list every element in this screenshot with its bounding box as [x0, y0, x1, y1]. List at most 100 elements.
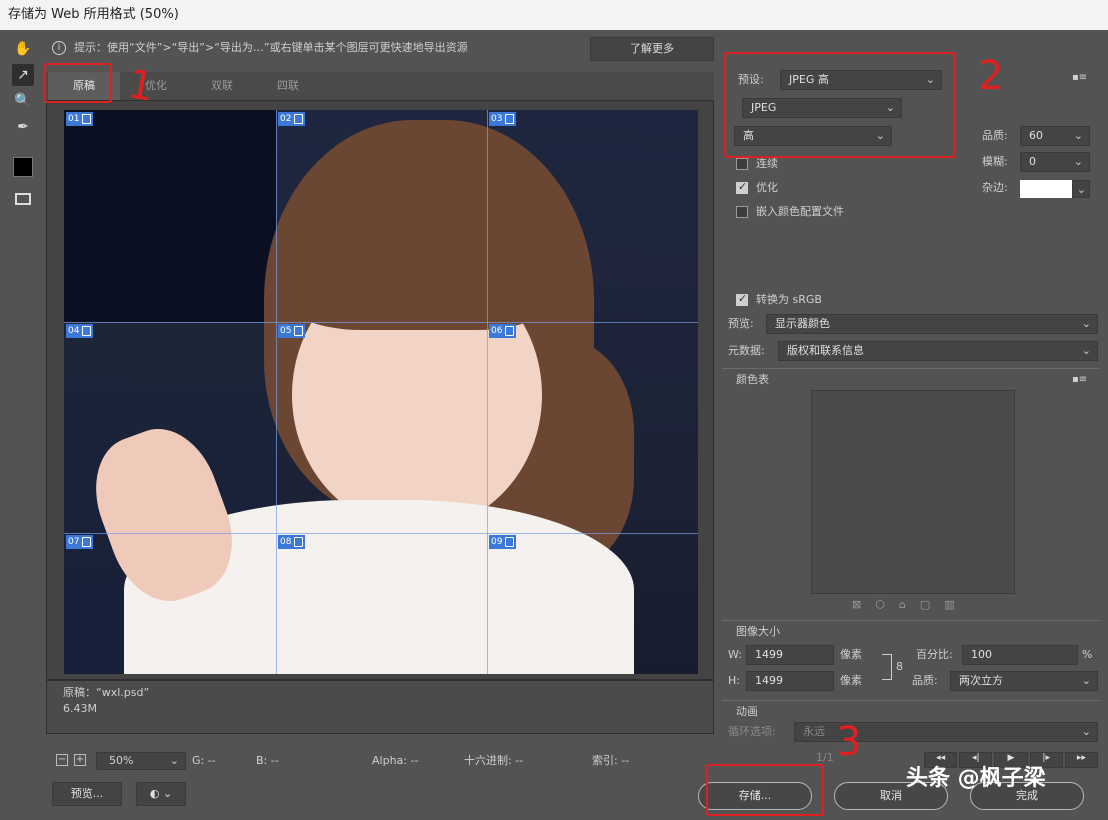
- slice-line: [64, 322, 698, 323]
- width-unit: 像素: [840, 648, 862, 661]
- toggle-slices-icon[interactable]: [12, 188, 34, 210]
- progressive-checkbox[interactable]: [736, 158, 748, 170]
- annotation-box-2: [724, 52, 956, 158]
- link-chain-icon[interactable]: 8: [896, 660, 903, 673]
- learn-more-button[interactable]: 了解更多: [590, 37, 714, 61]
- hex-readout: 十六进制: --: [464, 754, 524, 767]
- green-readout: G: --: [192, 754, 216, 767]
- percent-label: 百分比:: [916, 648, 953, 661]
- height-unit: 像素: [840, 674, 862, 687]
- web-snap-icon[interactable]: ⬡: [875, 598, 899, 611]
- slice-badge[interactable]: 02: [278, 112, 306, 126]
- quality-label: 品质:: [982, 129, 1008, 142]
- background-dark: [64, 110, 276, 322]
- blur-label: 模糊:: [982, 155, 1008, 168]
- slice-select-tool-icon[interactable]: ↗: [12, 64, 34, 86]
- embed-profile-checkbox[interactable]: [736, 206, 748, 218]
- image-file-size: 6.43M: [63, 702, 97, 715]
- eyedropper-tool-icon[interactable]: ✒: [12, 116, 34, 138]
- slice-badge[interactable]: 01: [66, 112, 94, 126]
- slice-badge[interactable]: 09: [489, 535, 517, 549]
- zoom-out-icon[interactable]: −: [56, 754, 68, 766]
- color-table[interactable]: [811, 390, 1015, 594]
- divider: [722, 700, 1100, 701]
- matte-label: 杂边:: [982, 181, 1008, 194]
- slice-line: [276, 110, 277, 674]
- quality-input[interactable]: 60 ⌄: [1020, 126, 1090, 146]
- slice-badge[interactable]: 06: [489, 324, 517, 338]
- image-size-title: 图像大小: [736, 625, 780, 638]
- slice-line: [64, 533, 698, 534]
- divider: [722, 368, 1100, 369]
- height-label: H:: [728, 674, 740, 687]
- annotation-number-2: 2: [978, 53, 1004, 99]
- image-preview[interactable]: 01 02 03 04 05 06 07 08 09: [64, 110, 698, 674]
- slice-badge[interactable]: 08: [278, 535, 306, 549]
- lock-icon: [82, 114, 92, 124]
- browser-select[interactable]: ◐ ⌄: [136, 782, 186, 806]
- chevron-down-icon: ⌄: [1081, 317, 1091, 330]
- alpha-readout: Alpha: --: [372, 754, 419, 767]
- slice-badge[interactable]: 05: [278, 324, 306, 338]
- lock-icon: [505, 326, 515, 336]
- preview-select[interactable]: 显示器颜色 ⌄: [766, 314, 1098, 334]
- matte-swatch[interactable]: [1020, 180, 1072, 198]
- chevron-down-icon: ⌄: [1073, 129, 1083, 142]
- status-bar: − + 50% ⌄ G: -- B: -- Alpha: -- 十六进制: -- …: [46, 748, 714, 774]
- optimized-checkbox[interactable]: [736, 180, 748, 194]
- chevron-down-icon: ⌄: [1076, 183, 1086, 196]
- chevron-down-icon: ⌄: [1081, 725, 1091, 738]
- embed-profile-label: 嵌入颜色配置文件: [756, 205, 844, 218]
- optimized-label: 优化: [756, 181, 778, 194]
- image-name: 原稿：“wxl.psd”: [63, 686, 150, 699]
- blue-readout: B: --: [256, 754, 279, 767]
- slice-badge[interactable]: 04: [66, 324, 94, 338]
- slice-badge[interactable]: 07: [66, 535, 94, 549]
- preview-button[interactable]: 预览...: [52, 782, 122, 806]
- resample-select[interactable]: 两次立方 ⌄: [950, 671, 1098, 691]
- lock-icon: [294, 114, 304, 124]
- loop-label: 循环选项:: [728, 725, 776, 738]
- slice-badge[interactable]: 03: [489, 112, 517, 126]
- convert-srgb-checkbox[interactable]: [736, 292, 748, 306]
- chevron-down-icon: ⌄: [169, 754, 179, 767]
- width-input[interactable]: 1499: [746, 645, 834, 665]
- resample-label: 品质:: [912, 674, 938, 687]
- percent-unit: %: [1082, 648, 1093, 661]
- convert-srgb-label: 转换为 sRGB: [756, 293, 822, 306]
- metadata-label: 元数据:: [728, 344, 765, 357]
- zoom-select[interactable]: 50% ⌄: [96, 752, 186, 770]
- chevron-down-icon: ⌄: [162, 787, 173, 800]
- divider: [722, 620, 1100, 621]
- chevron-down-icon: ⌄: [1073, 155, 1083, 168]
- lock-icon: [505, 114, 515, 124]
- lock-icon: [294, 537, 304, 547]
- delete-icon[interactable]: ▥: [944, 598, 968, 611]
- metadata-select[interactable]: 版权和联系信息 ⌄: [778, 341, 1098, 361]
- watermark: 头条 @枫子梁: [906, 766, 1046, 791]
- hint-text: 提示：使用“文件”>“导出”>“导出为…”或右键单击某个图层可更快速地导出资源: [74, 41, 468, 54]
- hand-tool-icon[interactable]: ✋: [12, 38, 34, 60]
- lock-icon: [82, 326, 92, 336]
- preview-label: 预览:: [728, 317, 754, 330]
- panel-menu-icon[interactable]: ▪≡: [1072, 374, 1087, 385]
- annotation-number-3: 3: [836, 719, 862, 765]
- eyedropper-color-swatch[interactable]: [12, 156, 34, 178]
- tool-strip: ✋ ↗ 🔍 ✒: [6, 36, 38, 226]
- blur-input[interactable]: 0 ⌄: [1020, 152, 1090, 172]
- last-frame-icon[interactable]: ▸▸: [1064, 752, 1099, 768]
- info-icon: i: [52, 41, 66, 55]
- new-color-icon[interactable]: ▢: [920, 598, 944, 611]
- bangs-shape: [274, 190, 564, 330]
- tab-4up[interactable]: 四联: [252, 72, 324, 100]
- height-input[interactable]: 1499: [746, 671, 834, 691]
- matte-dropdown[interactable]: ⌄: [1072, 180, 1090, 198]
- map-color-icon[interactable]: ⊠: [852, 598, 875, 611]
- percent-input[interactable]: 100: [962, 645, 1078, 665]
- zoom-tool-icon[interactable]: 🔍: [12, 90, 34, 112]
- browser-icon: ◐: [149, 787, 160, 800]
- tab-2up[interactable]: 双联: [186, 72, 258, 100]
- panel-menu-icon[interactable]: ▪≡: [1072, 72, 1087, 83]
- lock-color-icon[interactable]: ⌂: [899, 598, 920, 611]
- zoom-in-icon[interactable]: +: [74, 754, 86, 766]
